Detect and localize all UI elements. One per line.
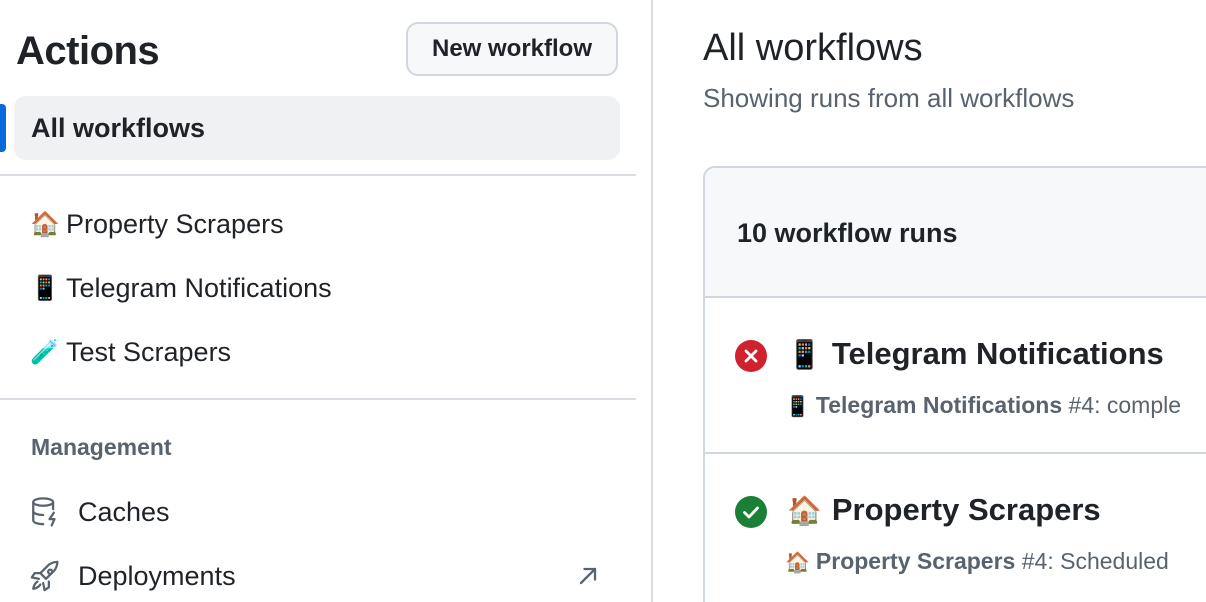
- run-workflow-name: Property Scrapers: [815, 548, 1016, 574]
- runs-list-header: 10 workflow runs: [705, 168, 1206, 298]
- sidebar-item-label: Deployments: [78, 560, 236, 591]
- sidebar-border: [651, 0, 653, 602]
- sidebar-item-telegram-notifications[interactable]: 📱 Telegram Notifications: [30, 264, 332, 312]
- actions-sidebar: Actions New workflow All workflows 🏠 Pro…: [0, 0, 636, 602]
- sidebar-item-property-scrapers[interactable]: 🏠 Property Scrapers: [30, 200, 284, 248]
- house-emoji-icon: 🏠: [785, 552, 810, 574]
- run-title[interactable]: 🏠 Property Scrapers: [787, 492, 1101, 529]
- house-emoji-icon: 🏠: [787, 495, 822, 526]
- page-subtitle: Showing runs from all workflows: [703, 83, 1075, 113]
- arrow-up-right-icon: [574, 562, 602, 590]
- phone-emoji-icon: 📱: [785, 396, 810, 418]
- runs-count: 10 workflow runs: [737, 218, 958, 248]
- workflow-runs-list: 10 workflow runs 📱 Telegram Notifications…: [703, 166, 1206, 602]
- page-title: All workflows: [703, 27, 923, 69]
- run-workflow-name: Telegram Notifications: [815, 392, 1063, 418]
- run-meta-text: #4: Scheduled: [1015, 548, 1169, 574]
- sidebar-item-all-workflows[interactable]: All workflows: [14, 96, 620, 160]
- management-heading: Management: [31, 434, 172, 460]
- run-title-text: Telegram Notifications: [831, 336, 1164, 371]
- run-meta-text: #4: comple: [1062, 392, 1182, 418]
- workflow-run-row[interactable]: 🏠 Property Scrapers 🏠 Property Scrapers #4…: [705, 454, 1206, 602]
- phone-emoji-icon: 📱: [30, 274, 60, 302]
- new-workflow-button[interactable]: New workflow: [406, 22, 618, 76]
- sidebar-item-label: Property Scrapers: [66, 208, 284, 239]
- house-emoji-icon: 🏠: [30, 210, 60, 238]
- run-meta: 📱 Telegram Notifications #4: comple: [785, 390, 1181, 422]
- run-title-text: Property Scrapers: [831, 492, 1101, 527]
- sidebar-divider: [0, 174, 636, 176]
- test-tube-emoji-icon: 🧪: [30, 338, 60, 366]
- sidebar-item-deployments[interactable]: Deployments: [28, 552, 236, 600]
- check-circle-icon: [735, 496, 767, 528]
- sidebar-item-label: Test Scrapers: [66, 336, 232, 367]
- rocket-icon: [28, 558, 64, 594]
- sidebar-item-test-scrapers[interactable]: 🧪 Test Scrapers: [30, 328, 231, 376]
- sidebar-item-label: Caches: [78, 496, 170, 527]
- run-meta: 🏠 Property Scrapers #4: Scheduled: [785, 546, 1169, 578]
- database-lightning-icon: [28, 494, 64, 530]
- sidebar-item-caches[interactable]: Caches: [28, 488, 170, 536]
- sidebar-divider: [0, 398, 636, 400]
- workflow-run-row[interactable]: 📱 Telegram Notifications 📱 Telegram Notifi…: [705, 298, 1206, 454]
- selected-indicator: [0, 104, 6, 152]
- x-circle-icon: [735, 340, 767, 372]
- phone-emoji-icon: 📱: [787, 339, 822, 370]
- sidebar-title: Actions: [16, 29, 160, 73]
- sidebar-item-label: Telegram Notifications: [66, 272, 332, 303]
- run-title[interactable]: 📱 Telegram Notifications: [787, 336, 1164, 373]
- actions-page: Actions New workflow All workflows 🏠 Pro…: [0, 0, 1206, 602]
